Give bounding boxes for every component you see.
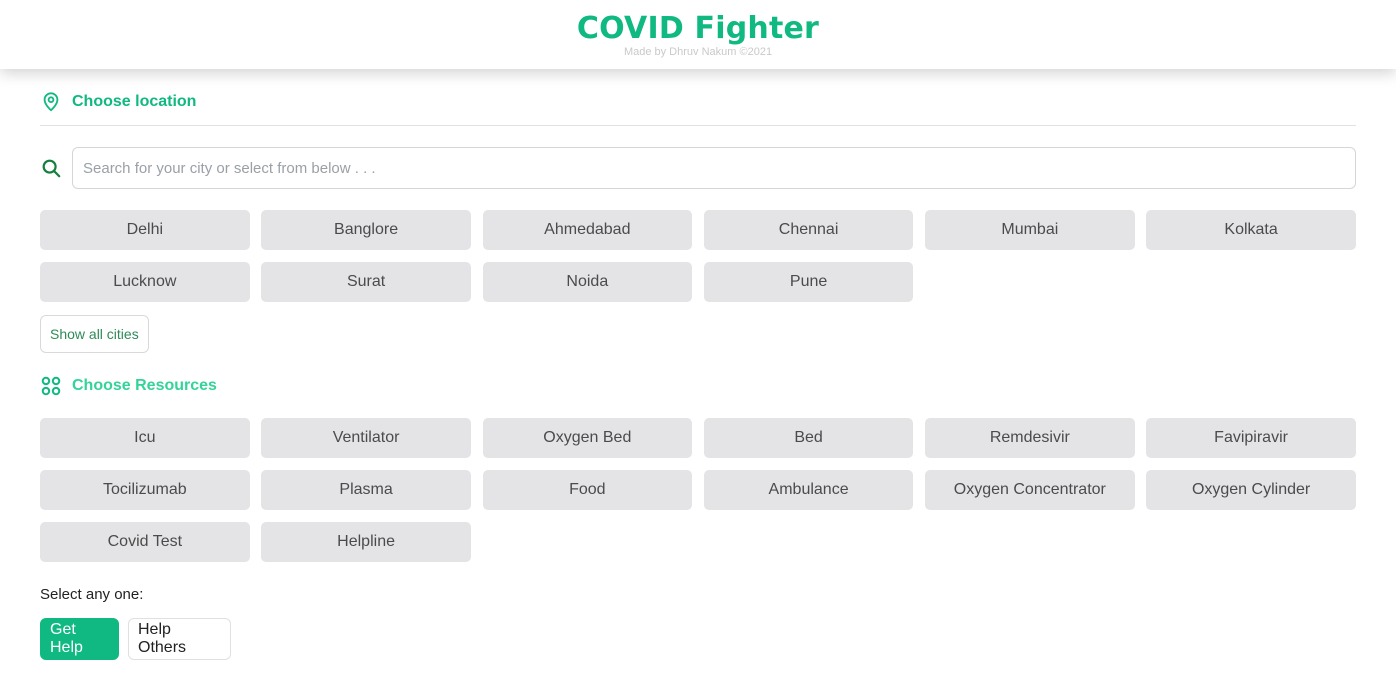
select-prompt: Select any one: <box>40 586 144 603</box>
city-chip[interactable]: Lucknow <box>40 262 250 302</box>
resource-chip[interactable]: Oxygen Bed <box>482 418 693 458</box>
app-subtitle: Made by Dhruv Nakum ©2021 <box>623 46 773 58</box>
help-others-button[interactable]: Help Others <box>128 618 231 660</box>
resource-chip[interactable]: Remdesivir <box>925 418 1135 458</box>
show-all-cities-button[interactable]: Show all cities <box>40 315 149 353</box>
resource-chip[interactable]: Helpline <box>261 522 471 562</box>
city-search-row <box>40 147 1356 189</box>
section-divider <box>40 125 1356 126</box>
city-chip[interactable]: Pune <box>703 262 914 302</box>
resource-chip[interactable]: Food <box>482 470 693 510</box>
city-chip[interactable]: Chennai <box>703 210 914 250</box>
city-search-input[interactable] <box>72 147 1356 189</box>
city-chip[interactable]: Delhi <box>40 210 250 250</box>
resource-chip[interactable]: Oxygen Concentrator <box>925 470 1135 510</box>
app-title: COVID Fighter <box>576 11 820 46</box>
resource-chip[interactable]: Tocilizumab <box>40 470 250 510</box>
city-chip[interactable]: Ahmedabad <box>482 210 693 250</box>
location-heading-label: Choose location <box>72 93 197 110</box>
resource-chip[interactable]: Plasma <box>261 470 471 510</box>
resource-chip[interactable]: Ambulance <box>703 470 914 510</box>
resource-chip-grid: Icu Ventilator Oxygen Bed Bed Remdesivir Favi… <box>40 418 1356 562</box>
resource-chip[interactable]: Favipiravir <box>1146 418 1356 458</box>
resource-chip[interactable]: Icu <box>40 418 250 458</box>
city-chip-grid: Delhi Banglore Ahmedabad Chennai Mumbai Kolka… <box>40 210 1356 302</box>
resource-chip[interactable]: Ventilator <box>261 418 471 458</box>
search-icon <box>40 157 62 179</box>
app-header: COVID Fighter Made by Dhruv Nakum ©2021 <box>0 0 1396 69</box>
resources-heading-label: Choose Resources <box>72 377 217 394</box>
resource-chip[interactable]: Bed <box>703 418 914 458</box>
map-pin-icon <box>40 91 62 113</box>
city-chip[interactable]: Noida <box>482 262 693 302</box>
city-chip[interactable]: Surat <box>261 262 471 302</box>
city-chip[interactable]: Mumbai <box>925 210 1135 250</box>
get-help-button[interactable]: Get Help <box>40 618 119 660</box>
city-chip[interactable]: Kolkata <box>1146 210 1356 250</box>
resources-section-heading: Choose Resources <box>40 374 217 398</box>
grid-icon <box>40 375 62 397</box>
action-buttons: Get Help Help Others <box>40 618 231 660</box>
resource-chip[interactable]: Covid Test <box>40 522 250 562</box>
city-chip[interactable]: Banglore <box>261 210 471 250</box>
resource-chip[interactable]: Oxygen Cylinder <box>1146 470 1356 510</box>
location-section-heading: Choose location <box>40 90 196 114</box>
